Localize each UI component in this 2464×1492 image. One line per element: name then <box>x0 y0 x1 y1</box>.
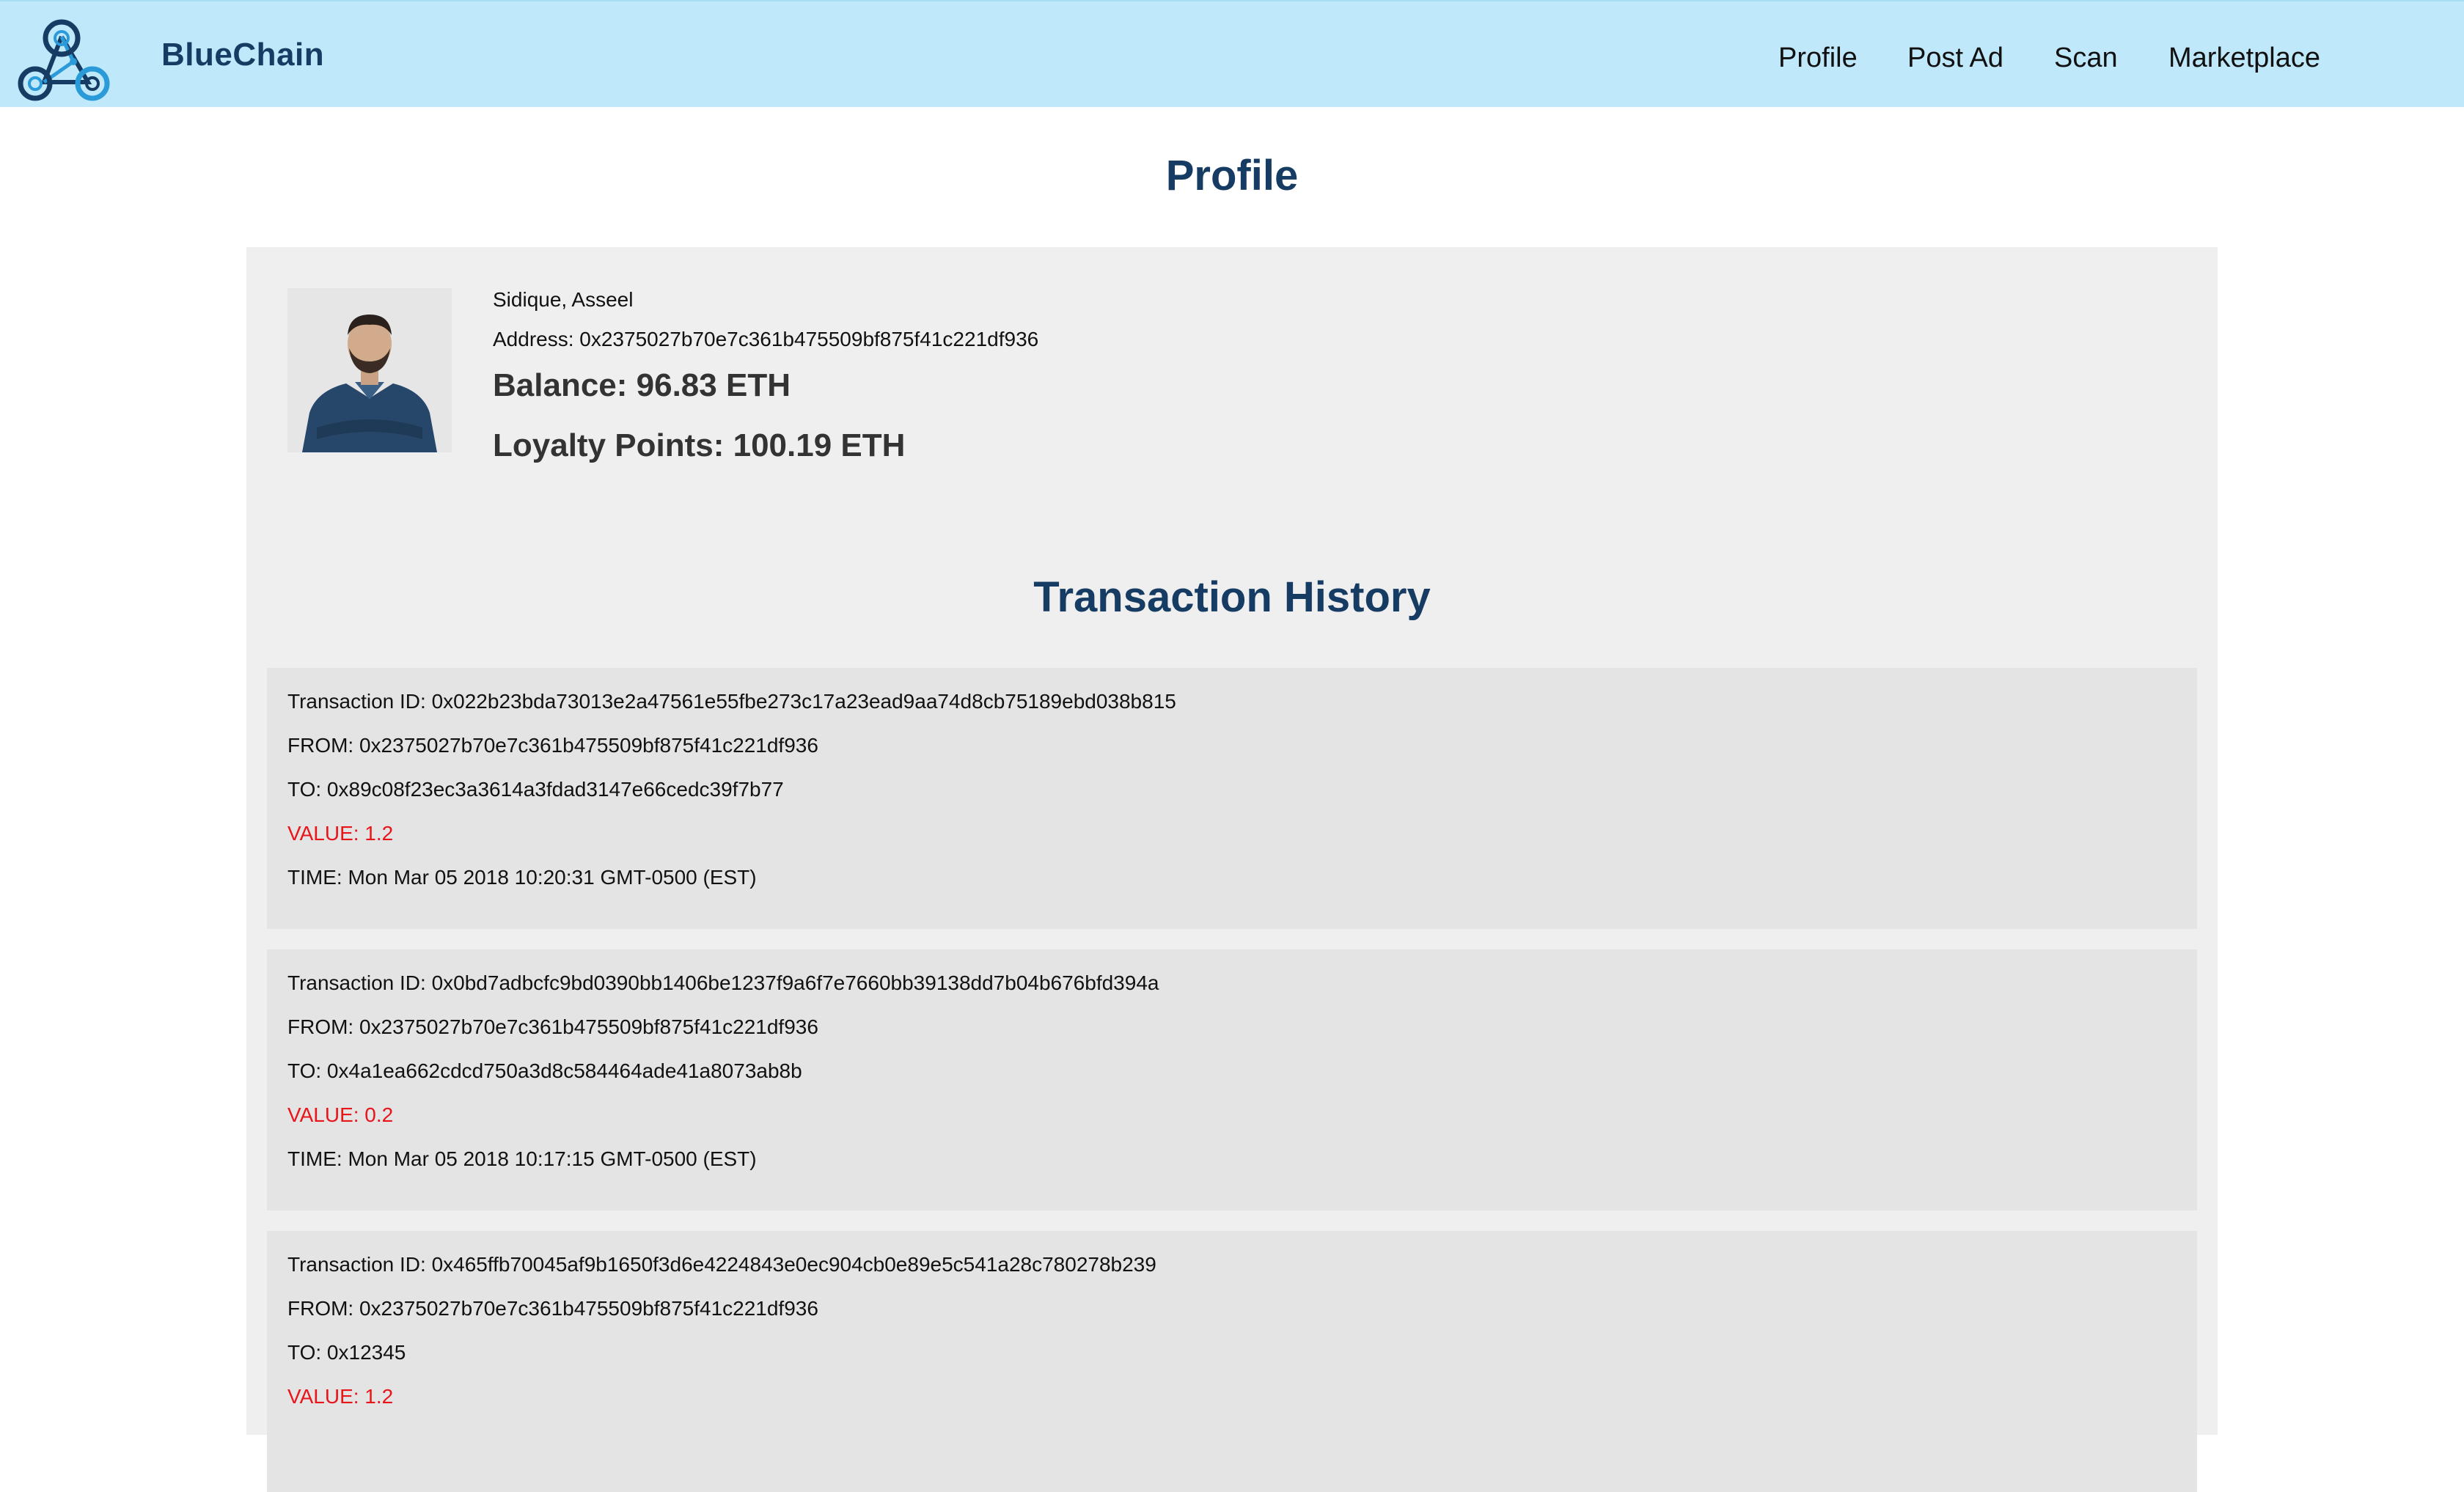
transaction-time: TIME: Mon Mar 05 2018 10:17:15 GMT-0500 … <box>287 1147 757 1170</box>
transaction-value: VALUE: 1.2 <box>287 822 394 845</box>
bluechain-logo-icon[interactable] <box>16 16 113 103</box>
profile-name: Sidique, Asseel <box>493 288 634 311</box>
navbar: BlueChain Profile Post Ad Scan Marketpla… <box>0 0 2464 107</box>
transaction-card: Transaction ID: 0x022b23bda73013e2a47561… <box>267 668 2197 929</box>
nav-post-ad[interactable]: Post Ad <box>1907 43 2003 74</box>
transaction-history-title: Transaction History <box>1033 573 1431 621</box>
transaction-from: FROM: 0x2375027b70e7c361b475509bf875f41c… <box>287 1297 818 1320</box>
transaction-from: FROM: 0x2375027b70e7c361b475509bf875f41c… <box>287 1015 818 1038</box>
transaction-to: TO: 0x89c08f23ec3a3614a3fdad3147e66cedc3… <box>287 778 784 801</box>
transaction-id: Transaction ID: 0x465ffb70045af9b1650f3d… <box>287 1253 1156 1276</box>
transaction-to: TO: 0x4a1ea662cdcd750a3d8c584464ade41a80… <box>287 1059 802 1082</box>
transaction-to: TO: 0x12345 <box>287 1341 406 1364</box>
profile-address: Address: 0x2375027b70e7c361b475509bf875f… <box>493 328 1039 350</box>
transaction-value: VALUE: 0.2 <box>287 1103 394 1126</box>
page-title: Profile <box>1165 152 1299 199</box>
nav-scan[interactable]: Scan <box>2054 43 2118 74</box>
user-avatar <box>287 288 452 452</box>
transaction-time: TIME: Mon Mar 05 2018 10:20:31 GMT-0500 … <box>287 866 757 889</box>
transaction-from: FROM: 0x2375027b70e7c361b475509bf875f41c… <box>287 734 818 757</box>
nav-marketplace[interactable]: Marketplace <box>2168 43 2320 74</box>
transaction-value: VALUE: 1.2 <box>287 1385 394 1408</box>
brand-name[interactable]: BlueChain <box>161 37 324 73</box>
profile-balance: Balance: 96.83 ETH <box>493 367 791 403</box>
transaction-card: Transaction ID: 0x465ffb70045af9b1650f3d… <box>267 1231 2197 1492</box>
nav-profile[interactable]: Profile <box>1778 43 1858 74</box>
profile-loyalty-points: Loyalty Points: 100.19 ETH <box>493 427 906 463</box>
transaction-id: Transaction ID: 0x0bd7adbcfc9bd0390bb140… <box>287 971 1159 994</box>
transaction-id: Transaction ID: 0x022b23bda73013e2a47561… <box>287 690 1176 713</box>
transaction-card: Transaction ID: 0x0bd7adbcfc9bd0390bb140… <box>267 949 2197 1210</box>
profile-panel: Sidique, Asseel Address: 0x2375027b70e7c… <box>246 247 2218 1492</box>
